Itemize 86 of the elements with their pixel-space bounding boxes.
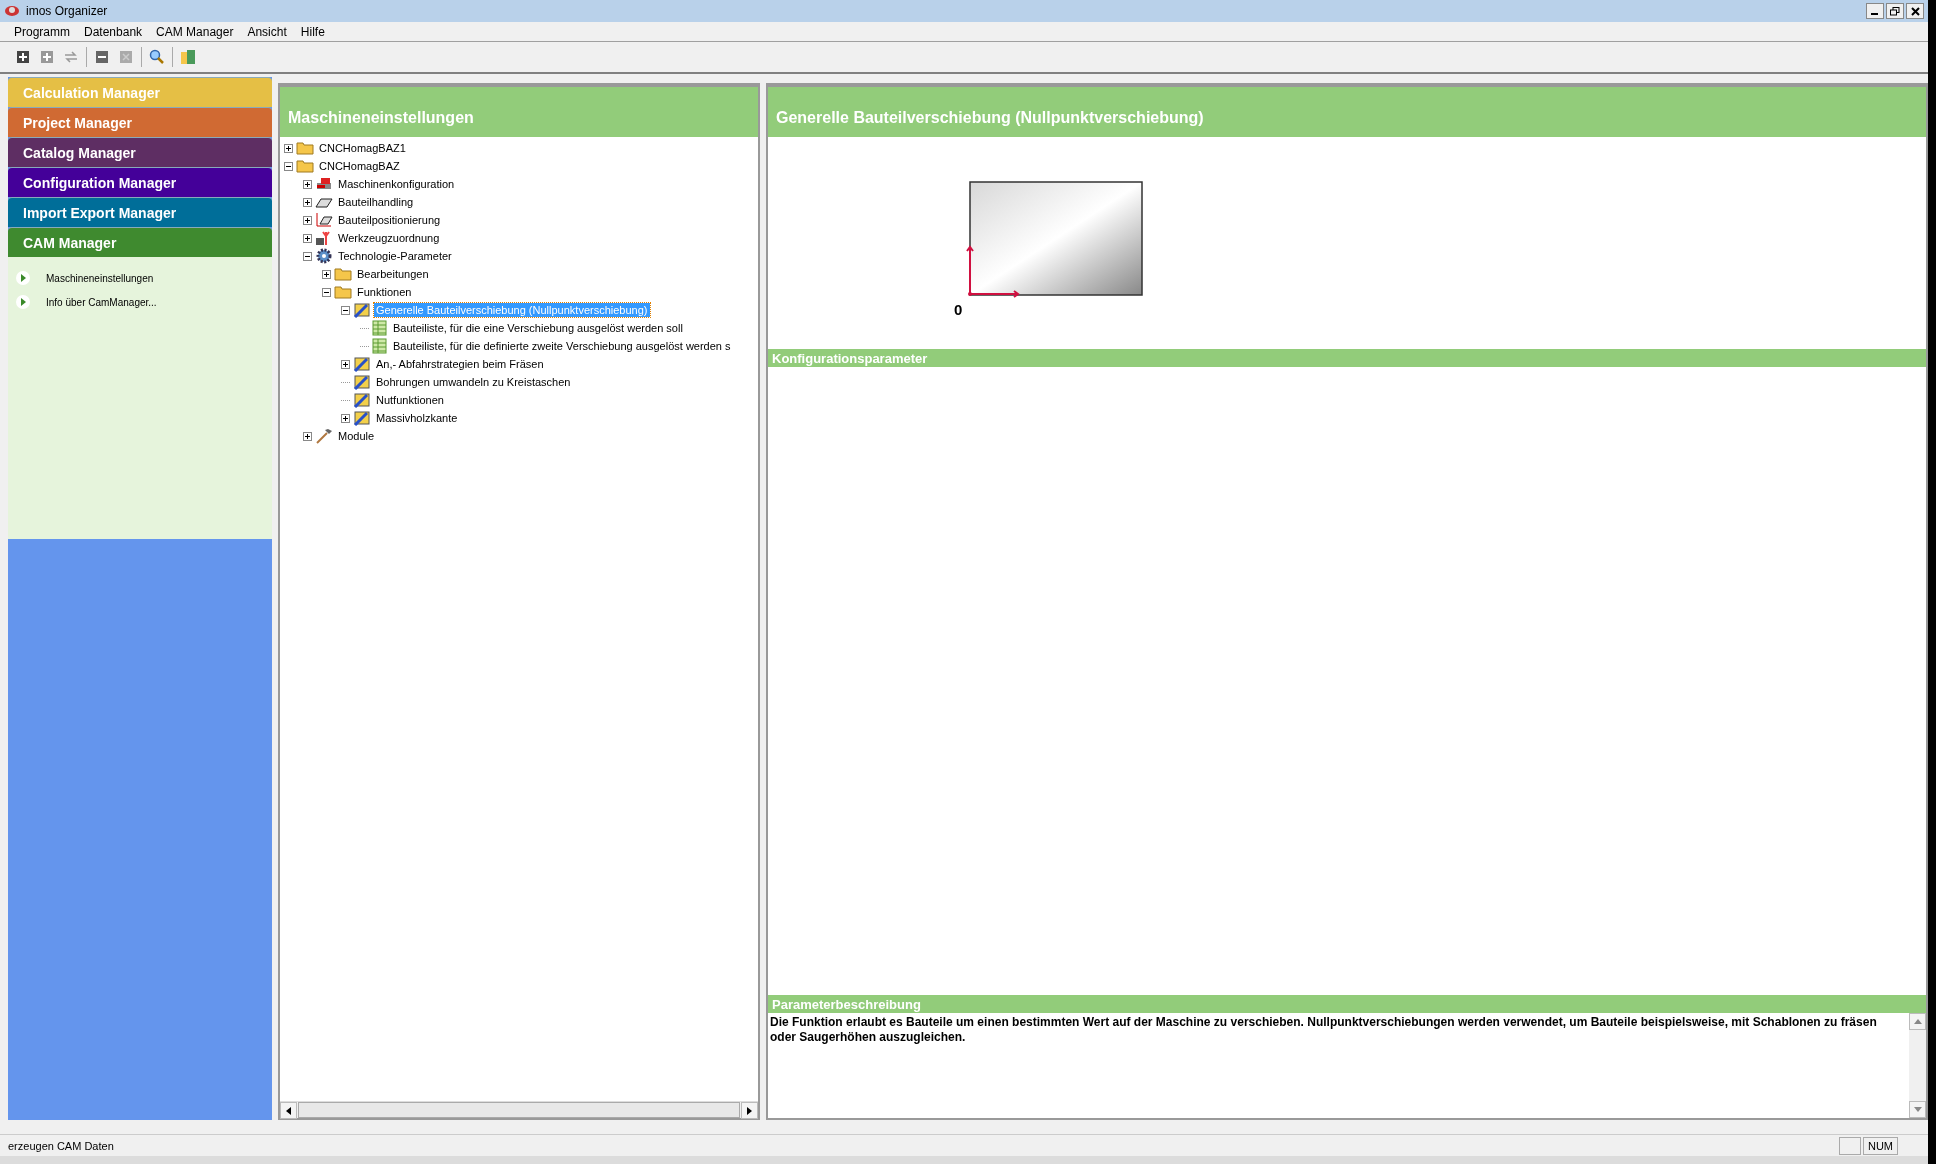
menu-item[interactable]: Datenbank xyxy=(84,24,143,39)
menu-item[interactable]: Ansicht xyxy=(247,24,287,39)
tree-item[interactable]: Technologie-Parameter xyxy=(336,249,454,263)
tree-item[interactable]: Maschinenkonfiguration xyxy=(336,177,457,191)
tree-item[interactable]: Bauteiliste, für die eine Verschiebung ausgelöst werden soll xyxy=(391,321,685,335)
tool-icon xyxy=(315,230,333,246)
list-icon xyxy=(372,338,388,354)
scroll-right-icon xyxy=(747,1106,752,1115)
status-message: erzeugen CAM Daten xyxy=(8,1139,114,1152)
close-icon xyxy=(1910,6,1920,16)
expand-toggle[interactable] xyxy=(322,269,331,279)
manager-link[interactable]: Info über CamManager... xyxy=(46,296,157,308)
pencil-icon xyxy=(353,392,371,408)
remove-button[interactable] xyxy=(93,48,111,66)
app-logo-icon xyxy=(4,4,20,18)
collapse-toggle[interactable] xyxy=(303,251,312,261)
origin-label: 0 xyxy=(954,301,963,318)
pencil-icon xyxy=(353,356,371,372)
scroll-left-icon xyxy=(286,1106,291,1115)
play-icon xyxy=(16,295,30,309)
tree-item[interactable]: Module xyxy=(336,429,377,443)
tree-item[interactable]: Bauteiliste, für die definierte zweite Verschiebung ausgelöst werden s xyxy=(391,339,733,353)
horizontal-scrollbar[interactable] xyxy=(280,1101,758,1118)
tree-item[interactable]: Nutfunktionen xyxy=(374,393,446,407)
minimize-button[interactable] xyxy=(1866,3,1884,19)
board-icon xyxy=(315,195,333,209)
collapse-toggle[interactable] xyxy=(322,287,331,297)
pencil-icon xyxy=(353,302,371,318)
scroll-up-icon xyxy=(1913,1019,1922,1024)
list-icon xyxy=(372,320,388,336)
folder-icon xyxy=(296,159,314,173)
search-button[interactable] xyxy=(148,48,166,66)
vertical-scrollbar[interactable] xyxy=(1909,1013,1926,1118)
manager-tab[interactable]: Configuration Manager xyxy=(8,167,272,197)
manager-link[interactable]: Maschineneinstellungen xyxy=(46,272,154,284)
folder-icon xyxy=(334,285,352,299)
machine-icon xyxy=(315,176,333,192)
board-axes-icon xyxy=(315,212,333,228)
tree-item[interactable]: Bohrungen umwandeln zu Kreistaschen xyxy=(374,375,573,389)
hammer-icon xyxy=(315,428,333,444)
pencil-icon xyxy=(353,374,371,390)
play-icon xyxy=(16,271,30,285)
menu-item[interactable]: Programm xyxy=(14,24,70,39)
expand-toggle[interactable] xyxy=(303,215,312,225)
collapse-toggle[interactable] xyxy=(284,161,293,171)
manager-tab[interactable]: CAM Manager xyxy=(8,227,272,257)
expand-toggle[interactable] xyxy=(284,143,293,153)
tree-item[interactable]: Bauteilpositionierung xyxy=(336,213,443,227)
tree-item[interactable]: Funktionen xyxy=(355,285,414,299)
menu-item[interactable]: Hilfe xyxy=(300,24,325,39)
expand-toggle[interactable] xyxy=(303,179,312,189)
panel-title: Generelle Bauteilverschiebung (Nullpunktverschiebung) xyxy=(768,87,1926,137)
folder-book-button[interactable] xyxy=(179,48,197,66)
expand-toggle[interactable] xyxy=(303,197,312,207)
expand-toggle[interactable] xyxy=(341,413,350,423)
collapse-toggle[interactable] xyxy=(341,305,350,315)
folder-icon xyxy=(296,141,314,155)
scroll-down-icon xyxy=(1913,1107,1922,1112)
expand-toggle[interactable] xyxy=(303,431,312,441)
description-text: Die Funktion erlaubt es Bauteile um einen bestimmten Wert auf der Maschine zu verschieben. Nullpunktverschiebungen werden verwendet, um Bauteile beispielsweise, mit Schablonen zu fräsen oder Saugerhöhen auszugleichen. xyxy=(769,1014,1878,1046)
restore-button[interactable] xyxy=(1886,3,1904,19)
tree-item[interactable]: An,- Abfahrstrategien beim Fräsen xyxy=(374,357,546,371)
expand-toggle[interactable] xyxy=(341,359,350,369)
manager-tab[interactable]: Project Manager xyxy=(8,107,272,137)
tree-item[interactable]: Massivholzkante xyxy=(374,411,460,425)
window-title: imos Organizer xyxy=(26,4,108,18)
gear-icon xyxy=(315,247,333,265)
expand-toggle[interactable] xyxy=(303,233,312,243)
folder-icon xyxy=(334,267,352,281)
close-button[interactable] xyxy=(1906,3,1924,19)
tree-item[interactable]: Bearbeitungen xyxy=(355,267,431,281)
panel-title: Maschineneinstellungen xyxy=(280,87,758,137)
section-title: Konfigurationsparameter xyxy=(768,349,1926,367)
add-button[interactable] xyxy=(14,48,32,66)
manager-tab[interactable]: Catalog Manager xyxy=(8,137,272,167)
manager-tab[interactable]: Import Export Manager xyxy=(8,197,272,227)
pencil-icon xyxy=(353,410,371,426)
tree-item[interactable]: CNCHomagBAZ xyxy=(317,159,402,173)
status-indicator: NUM xyxy=(1862,1136,1898,1155)
tree-item[interactable]: Bauteilhandling xyxy=(336,195,416,209)
tree-item[interactable]: Werkzeugzuordnung xyxy=(336,231,442,245)
status-indicator xyxy=(1838,1136,1861,1155)
tree-item[interactable]: CNCHomagBAZ1 xyxy=(317,141,408,155)
section-title: Parameterbeschreibung xyxy=(768,995,1926,1013)
restore-icon xyxy=(1890,6,1900,16)
menu-item[interactable]: CAM Manager xyxy=(156,24,234,39)
